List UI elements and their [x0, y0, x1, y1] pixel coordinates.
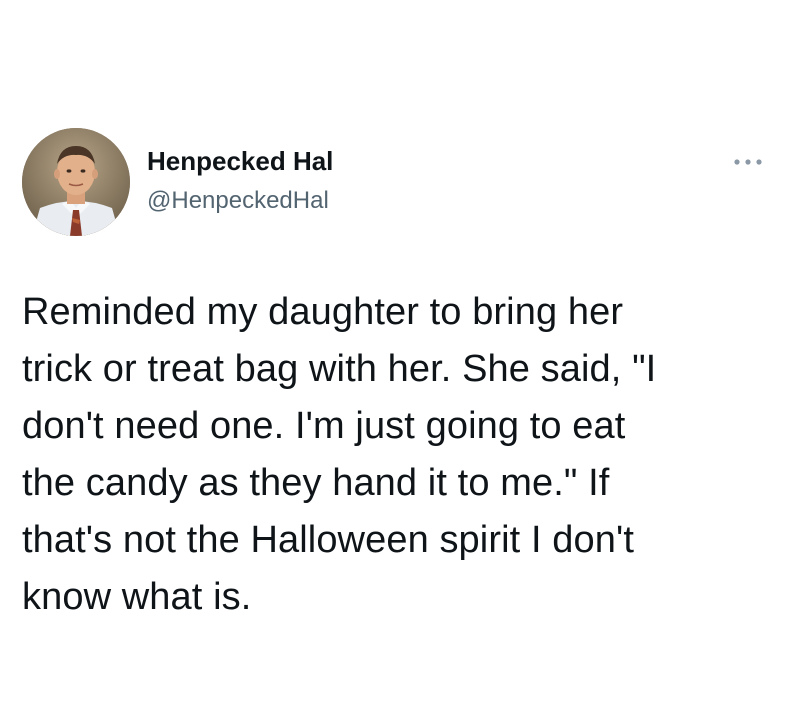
more-options-button[interactable]	[728, 150, 768, 174]
tweet-card: Henpecked Hal @HenpeckedHal Reminded my …	[0, 0, 800, 726]
more-options-icon	[734, 159, 762, 165]
author-handle[interactable]: @HenpeckedHal	[147, 186, 329, 216]
tweet-body-text: Reminded my daughter to bring her trick …	[22, 291, 657, 618]
author-avatar[interactable]	[22, 128, 130, 236]
author-display-name[interactable]: Henpecked Hal	[147, 146, 333, 176]
avatar-photo-icon	[22, 128, 130, 236]
